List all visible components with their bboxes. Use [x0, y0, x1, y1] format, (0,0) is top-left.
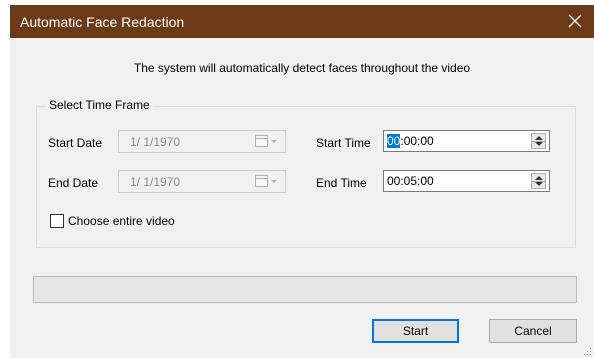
spin-down-icon[interactable]: [535, 142, 543, 146]
start-time-input[interactable]: 00:00:00: [383, 130, 550, 152]
progress-bar: [33, 276, 577, 303]
calendar-dropdown-icon[interactable]: [255, 174, 279, 188]
start-button[interactable]: Start: [372, 319, 459, 343]
dialog-window: Automatic Face Redaction The system will…: [10, 5, 594, 358]
description-text: The system will automatically detect fac…: [133, 61, 471, 75]
close-button[interactable]: [562, 9, 588, 33]
close-icon: [568, 14, 582, 28]
start-date-value: 1/ 1/1970: [130, 135, 181, 149]
calendar-dropdown-icon[interactable]: [255, 134, 279, 148]
end-date-label: End Date: [48, 176, 99, 190]
resize-grip-icon[interactable]: [584, 348, 592, 356]
entire-video-checkbox[interactable]: [50, 214, 64, 228]
cancel-button[interactable]: Cancel: [489, 319, 577, 343]
start-time-label: Start Time: [316, 136, 371, 150]
end-time-value: 00:05:00: [387, 174, 434, 188]
spin-up-icon[interactable]: [535, 176, 543, 180]
entire-video-label[interactable]: Choose entire video: [68, 214, 175, 228]
spin-up-icon[interactable]: [535, 136, 543, 140]
title-bar[interactable]: Automatic Face Redaction: [10, 5, 594, 38]
end-time-spinner[interactable]: [531, 173, 546, 189]
end-time-label: End Time: [316, 176, 367, 190]
start-time-selected-segment: 00: [387, 134, 401, 148]
start-time-value: 00:00:00: [387, 134, 434, 148]
end-date-picker[interactable]: 1/ 1/1970: [118, 170, 286, 193]
start-time-rest: :00:00: [400, 134, 434, 148]
end-date-value: 1/ 1/1970: [130, 175, 181, 189]
spin-down-icon[interactable]: [535, 182, 543, 186]
start-date-label: Start Date: [48, 136, 103, 150]
window-title: Automatic Face Redaction: [20, 14, 185, 30]
start-time-spinner[interactable]: [531, 133, 546, 149]
time-frame-group-label: Select Time Frame: [46, 98, 153, 112]
end-time-input[interactable]: 00:05:00: [383, 170, 550, 192]
start-date-picker[interactable]: 1/ 1/1970: [118, 130, 286, 153]
